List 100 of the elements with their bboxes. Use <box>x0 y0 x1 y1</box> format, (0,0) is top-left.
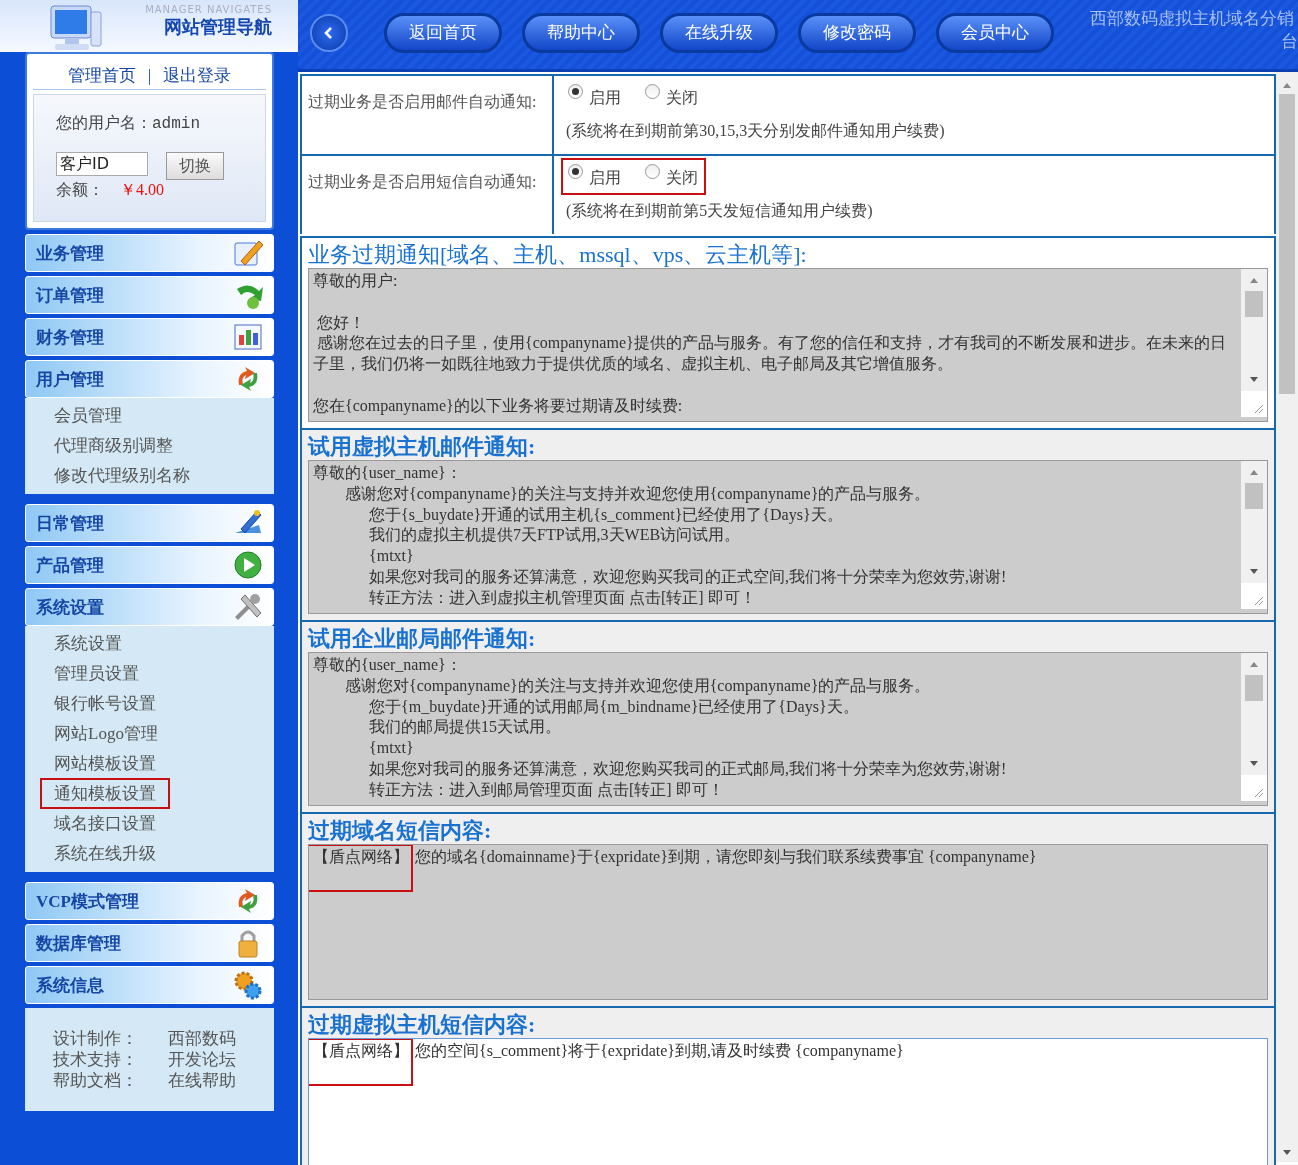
text-line: {mtxt} <box>368 739 414 757</box>
setting-note: (系统将在到期前第30,15,3天分别发邮件通知用户续费) <box>566 121 946 142</box>
menu-group-header[interactable]: 财务管理 <box>25 318 274 356</box>
signature-text: 【盾点网络】 <box>313 1042 409 1059</box>
text-line: 尊敬的用户: <box>313 272 398 289</box>
radio-option[interactable]: 关闭 <box>645 88 698 109</box>
radio-button[interactable] <box>645 164 660 179</box>
nav-button[interactable]: 帮助中心 <box>522 12 640 53</box>
setting-note: (系统将在到期前第5天发短信通知用户续费) <box>566 201 874 222</box>
menu-group-header[interactable]: 产品管理 <box>25 546 274 584</box>
site-title: 台 <box>1281 30 1298 53</box>
text-line: 如果您对我司的服务还算满意，欢迎您购买我司的正式空间,我们将十分荣幸为您效劳,谢谢! <box>368 568 1007 585</box>
section-title: 业务过期通知[域名、主机、mssql、vps、云主机等]: <box>308 242 808 268</box>
menu-group-label: 用户管理 <box>36 368 104 391</box>
menu-group-header[interactable]: 系统信息 <box>25 966 274 1004</box>
menu-group-label: 业务管理 <box>36 242 104 265</box>
logo-caption: MANAGER NAVIGATES <box>145 4 272 15</box>
menu-group-header[interactable]: 系统设置 <box>25 588 274 626</box>
switch-button[interactable]: 切换 <box>166 152 224 180</box>
menu-group-header[interactable]: 订单管理 <box>25 276 274 314</box>
setting-label: 过期业务是否启用邮件自动通知: <box>302 76 554 154</box>
chart-icon <box>231 321 265 353</box>
text-line: 您好！ <box>316 313 365 331</box>
footer-label: 设计制作： <box>53 1028 138 1049</box>
play-icon <box>231 549 265 581</box>
submenu-item[interactable]: 系统在线升级 <box>40 837 170 869</box>
footer-label: 技术支持： <box>53 1049 138 1070</box>
text-area[interactable]: 【盾点网络】 您的域名{domainname}于{expridate}到期，请您即刻与我们联系续费事宜 {companyname} <box>308 844 1268 1000</box>
menu-group-label: VCP模式管理 <box>36 890 139 913</box>
setting-label: 过期业务是否启用短信自动通知: <box>302 156 554 234</box>
menu-group-label: 产品管理 <box>36 554 104 577</box>
signature-text: 【盾点网络】 <box>313 848 409 865</box>
menu-group-label: 订单管理 <box>36 284 104 307</box>
menu-group-label: 系统信息 <box>36 974 104 997</box>
text-line: 尊敬的{user_name}： <box>313 656 462 673</box>
section-title: 过期虚拟主机短信内容: <box>308 1012 537 1038</box>
menu-group-header[interactable]: VCP模式管理 <box>25 882 274 920</box>
radio-label: 关闭 <box>666 168 698 188</box>
submenu-item[interactable]: 网站Logo管理 <box>40 717 172 749</box>
radio-label: 关闭 <box>666 88 698 108</box>
submenu-item[interactable]: 代理商级别调整 <box>40 429 187 461</box>
radio-button[interactable] <box>568 164 583 179</box>
radio-label: 启用 <box>589 168 621 188</box>
nav-button[interactable]: 返回首页 <box>384 12 502 53</box>
submenu-item[interactable]: 管理员设置 <box>40 657 153 689</box>
balance-amount: ￥4.00 <box>120 180 164 200</box>
radio-option[interactable]: 启用 <box>568 168 621 189</box>
menu-group-header[interactable]: 日常管理 <box>25 504 274 542</box>
menu-group-header[interactable]: 业务管理 <box>25 234 274 272</box>
submenu-item[interactable]: 银行帐号设置 <box>40 687 170 719</box>
footer-link[interactable]: 西部数码 <box>168 1028 236 1049</box>
menu-group-header[interactable]: 用户管理 <box>25 360 274 398</box>
nav-button[interactable]: 在线升级 <box>660 12 778 53</box>
text-line: 您在{companyname}的以下业务将要过期请及时续费: <box>313 396 683 414</box>
text-line: 如果您对我司的服务还算满意，欢迎您购买我司的正式邮局,我们将十分荣幸为您效劳,谢谢! <box>368 760 1007 777</box>
client-id-field[interactable]: 客户ID <box>56 152 148 176</box>
text-area[interactable] <box>308 460 1268 614</box>
footer-label: 帮助文档： <box>53 1070 138 1091</box>
text-line: {mtxt} <box>368 547 414 565</box>
menu-group-header[interactable]: 数据库管理 <box>25 924 274 962</box>
radio-button[interactable] <box>645 84 660 99</box>
home-link[interactable]: 管理首页 <box>67 64 136 87</box>
radio-button[interactable] <box>568 84 583 99</box>
radio-label: 启用 <box>589 88 621 108</box>
text-line: 感谢您在过去的日子里，使用{companyname}提供的产品与服务。有了您的信任和支持，才有我司的不断发展和进步。在未来的日子里，我们仍将一如既往地致力于提供优质的域名、虚拟主机、电子邮局及其它增值服务。 <box>313 334 1226 373</box>
back-button[interactable] <box>310 13 348 52</box>
nav-button[interactable]: 修改密码 <box>798 12 916 53</box>
submenu-item[interactable]: 网站模板设置 <box>40 747 170 779</box>
radio-option[interactable]: 关闭 <box>645 168 698 189</box>
chevron-left-icon <box>324 26 334 39</box>
username-label: 您的用户名： <box>56 114 152 131</box>
menu-group-label: 系统设置 <box>36 596 104 619</box>
radio-option[interactable]: 启用 <box>568 88 621 109</box>
text-line: 转正方法：进入到虚拟主机管理页面 点击[转正] 即可！ <box>368 588 756 606</box>
text-area[interactable] <box>308 652 1268 806</box>
logout-link[interactable]: 退出登录 <box>163 64 232 87</box>
text-area[interactable]: 尊敬的用户: 您好！ 感谢您在过去的日子里，使用{companyname}提供的产品与服务。有了您的信任和支持，才有我司的不断发展和进步。在未来的日子里，我们仍将一如既往地致力于提供优质的域名、虚拟主机、电子邮局及其它增值服务。 您在{companyname}的以下业务将要过期请及时续费: <box>308 268 1268 422</box>
submenu-item[interactable]: 域名接口设置 <box>40 807 170 839</box>
logo-title: 网站管理导航 <box>164 15 272 39</box>
section-title: 试用企业邮局邮件通知: <box>308 626 537 652</box>
link-separator: | <box>147 65 152 86</box>
menu-group-label: 数据库管理 <box>36 932 121 955</box>
text-line: 您于{s_buydate}开通的试用主机{s_comment}已经使用了{Days}天。 <box>368 505 843 523</box>
balance-label: 余额： <box>56 180 104 200</box>
text-line: 转正方法：进入到邮局管理页面 点击[转正] 即可！ <box>368 780 724 798</box>
footer-link[interactable]: 开发论坛 <box>168 1049 236 1070</box>
text-line: 感谢您对{companyname}的关注与支持并欢迎您使用{companyname}的产品与服务。 <box>344 484 931 502</box>
footer-link[interactable]: 在线帮助 <box>168 1070 236 1091</box>
submenu-item[interactable]: 系统设置 <box>40 627 136 659</box>
text-line: 尊敬的{user_name}： <box>313 464 462 481</box>
submenu-item[interactable]: 通知模板设置 <box>40 777 170 809</box>
site-title: 西部数码虚拟主机域名分销 <box>1090 7 1294 30</box>
text-area[interactable]: 【盾点网络】 您的空间{s_comment}将于{expridate}到期,请及时续费 {companyname} <box>308 1038 1268 1165</box>
text-line: 您的域名{domainname}于{expridate}到期，请您即刻与我们联系续费事宜 {companyname} <box>415 848 1037 865</box>
submenu-item[interactable]: 会员管理 <box>40 399 136 431</box>
menu-group-label: 日常管理 <box>36 512 104 535</box>
nav-button[interactable]: 会员中心 <box>936 12 1054 53</box>
text-line: 感谢您对{companyname}的关注与支持并欢迎您使用{companyname}的产品与服务。 <box>344 676 931 694</box>
submenu-item[interactable]: 修改代理级别名称 <box>40 459 204 491</box>
section-title: 过期域名短信内容: <box>308 818 493 844</box>
